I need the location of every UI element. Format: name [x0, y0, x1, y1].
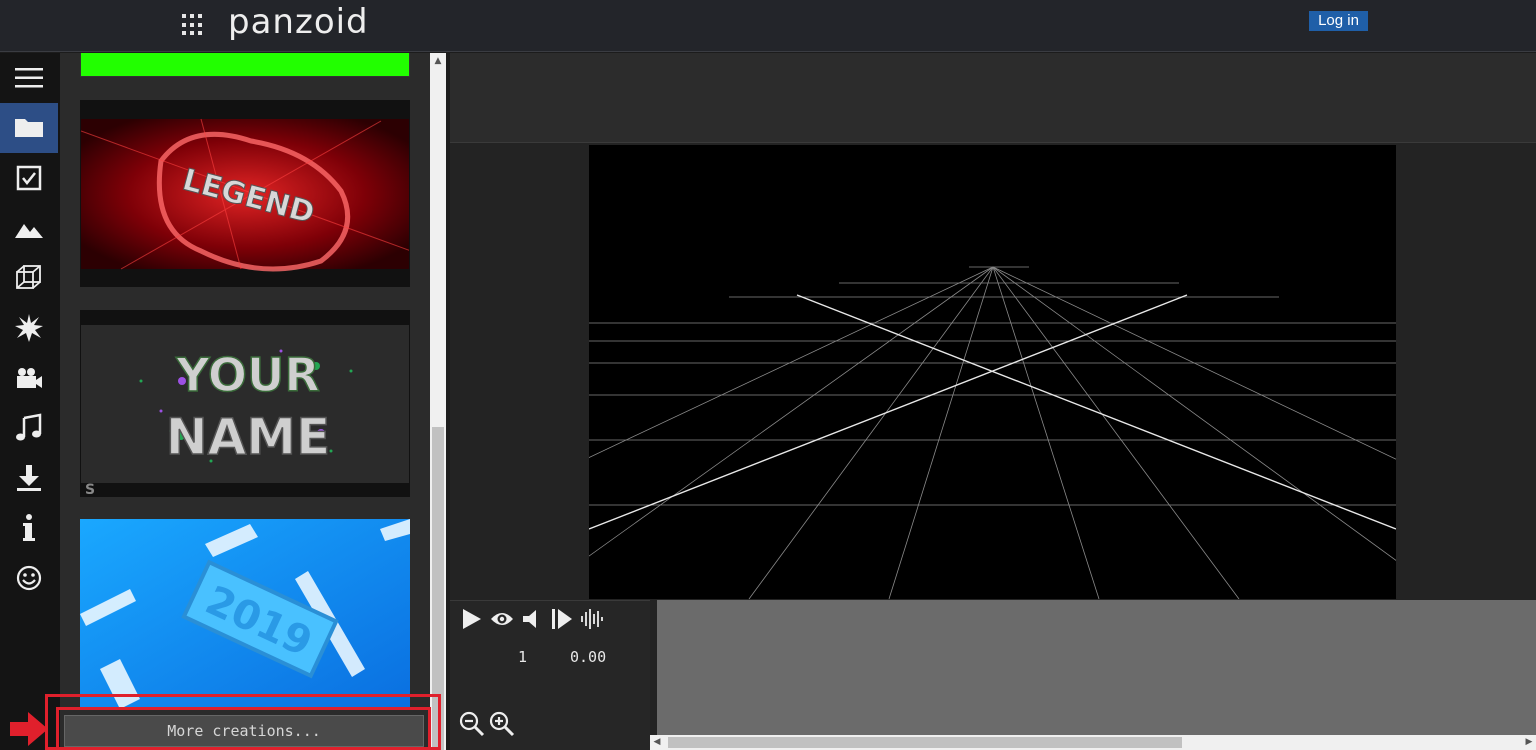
- timeline-scroll-thumb[interactable]: [668, 737, 1182, 748]
- menu-icon: [15, 68, 43, 88]
- top-bar: panzoid Log in: [0, 0, 1536, 52]
- objects-tab[interactable]: [0, 253, 58, 303]
- apps-grid-icon[interactable]: [182, 14, 204, 36]
- effects-tab[interactable]: [0, 303, 58, 353]
- smiley-icon: [16, 565, 42, 591]
- zoom-out-icon[interactable]: [459, 711, 485, 737]
- creations-panel: LEGEND YOUR NAME S 2019: [60, 53, 430, 750]
- creation-thumbnail-2019[interactable]: 2019: [80, 519, 410, 709]
- login-button[interactable]: Log in: [1309, 11, 1368, 31]
- step-forward-icon[interactable]: [550, 607, 574, 631]
- properties-tab[interactable]: [0, 153, 58, 203]
- frame-number: 1: [518, 648, 528, 666]
- render-tab[interactable]: [0, 453, 58, 503]
- info-icon: [23, 514, 35, 541]
- red-arrow-pointer-icon: [10, 712, 48, 746]
- folder-icon: [15, 119, 43, 137]
- 2019-thumbnail-image: 2019: [80, 519, 410, 709]
- panzoid-logo[interactable]: panzoid: [228, 2, 369, 42]
- burst-icon: [15, 314, 43, 342]
- editor-top-panel: [450, 53, 1536, 143]
- your-name-thumbnail-image: YOUR NAME S: [81, 311, 409, 497]
- creation-thumbnail-legend[interactable]: LEGEND: [80, 100, 410, 287]
- scroll-left-arrow-icon[interactable]: ◀: [650, 735, 664, 750]
- checkbox-icon: [16, 165, 42, 191]
- audio-tab[interactable]: [0, 403, 58, 453]
- eye-icon[interactable]: [490, 607, 514, 631]
- play-icon[interactable]: [460, 607, 484, 631]
- feedback-tab[interactable]: [0, 553, 58, 603]
- scroll-up-arrow-icon[interactable]: ▲: [430, 53, 446, 69]
- tool-rail: [0, 53, 60, 750]
- creations-scrollbar[interactable]: ▲: [430, 53, 446, 750]
- video-camera-icon: [17, 368, 42, 388]
- backgrounds-tab[interactable]: [0, 203, 58, 253]
- scroll-right-arrow-icon[interactable]: ▶: [1522, 735, 1536, 750]
- download-icon: [17, 465, 41, 491]
- timeline-scrollbar[interactable]: ◀ ▶: [650, 735, 1536, 750]
- your-name-thumbnail-corner: S: [85, 482, 95, 497]
- your-name-thumbnail-line1: YOUR: [175, 348, 320, 402]
- time-readout: 0.00: [570, 648, 607, 666]
- grid-floor-preview: [288, 266, 1536, 600]
- music-note-icon: [16, 413, 42, 441]
- camera-tab[interactable]: [0, 353, 58, 403]
- cube-icon: [16, 265, 41, 289]
- creation-thumbnail-your-name[interactable]: YOUR NAME S: [80, 310, 410, 497]
- creation-thumbnail-green-screen[interactable]: [80, 53, 410, 77]
- menu-button[interactable]: [0, 53, 58, 103]
- waveform-icon[interactable]: [580, 607, 604, 631]
- info-tab[interactable]: [0, 503, 58, 553]
- your-name-thumbnail-line2: NAME: [166, 408, 330, 466]
- more-creations-button[interactable]: More creations...: [64, 715, 424, 747]
- creations-tab[interactable]: [0, 103, 58, 153]
- legend-thumbnail-image: LEGEND: [81, 101, 409, 286]
- volume-icon[interactable]: [520, 607, 544, 631]
- image-icon: [15, 224, 43, 238]
- timeline-track-area[interactable]: [657, 600, 1536, 735]
- zoom-in-icon[interactable]: [489, 711, 515, 737]
- preview-canvas[interactable]: [288, 145, 1536, 600]
